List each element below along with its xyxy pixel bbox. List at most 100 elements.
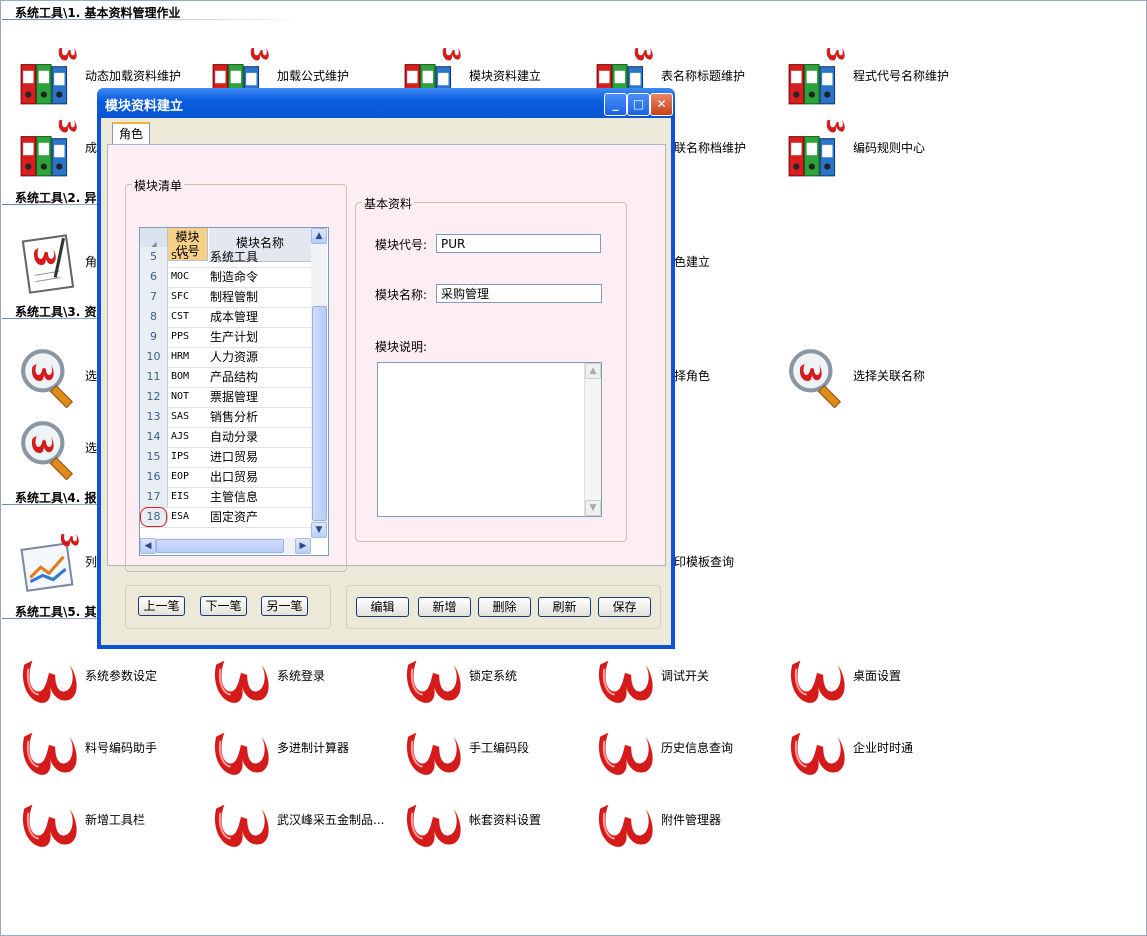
module-code-cell: EOP bbox=[171, 471, 190, 482]
refresh-button[interactable]: 刷新 bbox=[538, 597, 591, 617]
table-row[interactable]: 8 CST 成本管理 bbox=[140, 307, 311, 328]
document-pen-icon bbox=[18, 232, 80, 294]
launcher-label: 桌面设置 bbox=[853, 669, 902, 683]
previous-record-button[interactable]: 上一笔 bbox=[138, 596, 185, 616]
launcher-select-relation-name[interactable]: 选择关联名称 bbox=[786, 346, 976, 416]
table-row[interactable]: 5 SYS 系统工具 bbox=[140, 247, 311, 268]
launcher-debug-switch[interactable]: 调试开关 bbox=[594, 646, 784, 716]
table-row[interactable]: 15 IPS 进口贸易 bbox=[140, 447, 311, 468]
scroll-down-icon[interactable]: ▼ bbox=[585, 500, 601, 516]
row-number: 14 bbox=[140, 427, 168, 447]
description-scrollbar[interactable]: ▲ ▼ bbox=[584, 363, 601, 516]
scroll-left-icon[interactable]: ◀ bbox=[140, 538, 156, 554]
launcher-label: 多进制计算器 bbox=[277, 741, 350, 755]
module-name-cell: 进口贸易 bbox=[210, 450, 259, 464]
module-code-cell: BOM bbox=[171, 371, 190, 382]
launcher-new-toolbar[interactable]: 新增工具栏 bbox=[18, 790, 208, 860]
row-number: 7 bbox=[140, 287, 168, 307]
grid-horizontal-scrollbar[interactable]: ◀ ▶ bbox=[140, 538, 311, 554]
launcher-desktop-settings[interactable]: 桌面设置 bbox=[786, 646, 976, 716]
table-row[interactable]: 18 ESA 固定资产 bbox=[140, 507, 311, 528]
scroll-thumb[interactable] bbox=[312, 306, 327, 521]
table-row[interactable]: 7 SFC 制程管制 bbox=[140, 287, 311, 308]
magnifier-icon bbox=[18, 418, 80, 480]
table-row[interactable]: 16 EOP 出口贸易 bbox=[140, 467, 311, 488]
launcher-enterprise-messenger[interactable]: 企业时时通 bbox=[786, 718, 976, 788]
launcher-program-code-maintenance[interactable]: 程式代号名称维护 bbox=[786, 46, 976, 116]
launcher-label: 调试开关 bbox=[661, 669, 710, 683]
scroll-up-icon[interactable]: ▲ bbox=[585, 363, 601, 379]
module-name-cell: 制造命令 bbox=[210, 270, 259, 284]
table-row[interactable]: 6 MOC 制造命令 bbox=[140, 267, 311, 288]
launcher-system-login[interactable]: 系统登录 bbox=[210, 646, 400, 716]
launcher-label: 程式代号名称维护 bbox=[853, 69, 950, 83]
module-name-cell: 制程管制 bbox=[210, 290, 259, 304]
brand-logo-icon bbox=[594, 718, 656, 780]
table-row[interactable]: 14 AJS 自动分录 bbox=[140, 427, 311, 448]
dialog-titlebar[interactable]: 模块资料建立 _ □ ✕ bbox=[97, 88, 675, 118]
launcher-label: 附件管理器 bbox=[661, 813, 722, 827]
scroll-up-icon[interactable]: ▲ bbox=[311, 228, 327, 244]
brand-logo-icon bbox=[402, 646, 464, 708]
module-grid: ◢ 模块 代号 模块名称 5 SYS 系统工具 6 MOC 制造命令 7 SFC 制程管制 8 CS… bbox=[139, 227, 329, 556]
launcher-label: 模块资料建立 bbox=[469, 69, 542, 83]
another-record-button[interactable]: 另一笔 bbox=[261, 596, 308, 616]
module-code-cell: ESA bbox=[171, 511, 190, 522]
scroll-right-icon[interactable]: ▶ bbox=[295, 538, 311, 554]
magnifier-icon bbox=[786, 346, 848, 408]
table-row[interactable]: 9 PPS 生产计划 bbox=[140, 327, 311, 348]
close-icon[interactable]: ✕ bbox=[650, 93, 673, 116]
module-description-field[interactable]: ▲ ▼ bbox=[377, 362, 602, 517]
row-number: 5 bbox=[140, 247, 168, 267]
module-name-field[interactable]: 采购管理 bbox=[436, 284, 602, 303]
row-number: 18 bbox=[140, 507, 168, 527]
module-description-label: 模块说明: bbox=[375, 340, 428, 354]
table-row[interactable]: 11 BOM 产品结构 bbox=[140, 367, 311, 388]
launcher-manual-code-segment[interactable]: 手工编码段 bbox=[402, 718, 592, 788]
table-row[interactable]: 12 NOT 票据管理 bbox=[140, 387, 311, 408]
launcher-company[interactable]: 武汉峰采五金制品... bbox=[210, 790, 400, 860]
delete-button[interactable]: 删除 bbox=[478, 597, 531, 617]
row-number: 11 bbox=[140, 367, 168, 387]
module-code-cell: EIS bbox=[171, 491, 190, 502]
launcher-account-set-settings[interactable]: 帐套资料设置 bbox=[402, 790, 592, 860]
scroll-thumb[interactable] bbox=[156, 539, 284, 553]
launcher-label: 选 bbox=[85, 369, 98, 383]
module-code-cell: NOT bbox=[171, 391, 190, 402]
table-row[interactable]: 13 SAS 销售分析 bbox=[140, 407, 311, 428]
table-row[interactable]: 10 HRM 人力资源 bbox=[140, 347, 311, 368]
brand-logo-icon bbox=[210, 646, 272, 708]
maximize-icon[interactable]: □ bbox=[627, 93, 650, 116]
brand-logo-icon bbox=[18, 646, 80, 708]
launcher-part-code-assistant[interactable]: 料号编码助手 bbox=[18, 718, 208, 788]
launcher-history-query[interactable]: 历史信息查询 bbox=[594, 718, 784, 788]
launcher-base-calculator[interactable]: 多进制计算器 bbox=[210, 718, 400, 788]
minimize-icon[interactable]: _ bbox=[604, 93, 627, 116]
module-code-field[interactable]: PUR bbox=[436, 234, 601, 253]
scroll-down-icon[interactable]: ▼ bbox=[311, 522, 327, 538]
next-record-button[interactable]: 下一笔 bbox=[200, 596, 247, 616]
table-row[interactable]: 17 EIS 主管信息 bbox=[140, 487, 311, 508]
launcher-coding-rules-center[interactable]: 编码规则中心 bbox=[786, 118, 976, 188]
launcher-attachment-manager[interactable]: 附件管理器 bbox=[594, 790, 784, 860]
tab-role[interactable]: 角色 bbox=[112, 122, 150, 145]
launcher-label: 武汉峰采五金制品... bbox=[277, 813, 385, 827]
launcher-lock-system[interactable]: 锁定系统 bbox=[402, 646, 592, 716]
add-button[interactable]: 新增 bbox=[418, 597, 471, 617]
brand-logo-icon bbox=[18, 790, 80, 852]
edit-button[interactable]: 编辑 bbox=[356, 597, 409, 617]
launcher-label: 表名称标题维护 bbox=[661, 69, 746, 83]
module-code-cell: CST bbox=[171, 311, 190, 322]
save-button[interactable]: 保存 bbox=[598, 597, 651, 617]
grid-vertical-scrollbar[interactable]: ▲ ▼ bbox=[311, 228, 327, 538]
row-number: 12 bbox=[140, 387, 168, 407]
module-name-cell: 主管信息 bbox=[210, 490, 259, 504]
brand-logo-icon bbox=[402, 790, 464, 852]
module-name-cell: 人力资源 bbox=[210, 350, 259, 364]
module-name-cell: 生产计划 bbox=[210, 330, 259, 344]
binders-icon bbox=[786, 46, 848, 108]
launcher-system-params[interactable]: 系统参数设定 bbox=[18, 646, 208, 716]
binders-icon bbox=[18, 118, 80, 180]
launcher-label: 系统登录 bbox=[277, 669, 326, 683]
module-code-cell: SFC bbox=[171, 291, 190, 302]
